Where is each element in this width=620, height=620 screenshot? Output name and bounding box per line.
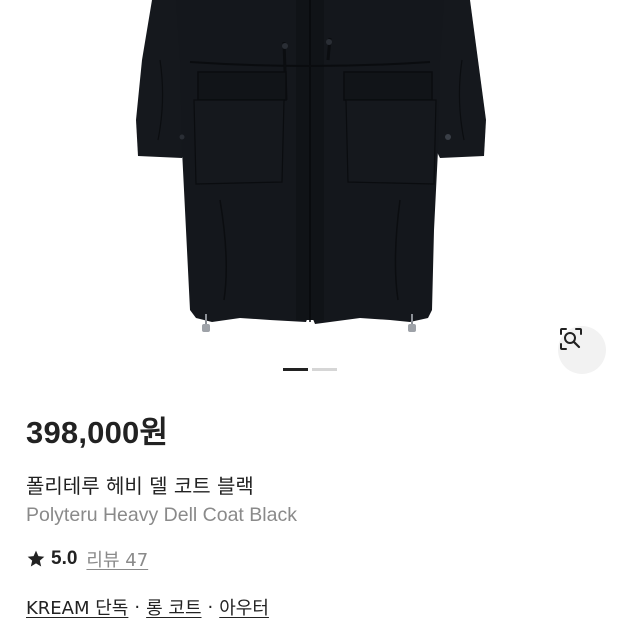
product-name-korean: 폴리테루 헤비 델 코트 블랙 — [26, 474, 254, 498]
rating-value: 5.0 — [51, 548, 78, 569]
lens-search-button[interactable] — [558, 326, 606, 374]
product-price: 398,000원 — [26, 415, 169, 450]
gallery-indicator-inactive[interactable] — [312, 368, 337, 371]
tag-outer[interactable]: 아우터 — [219, 594, 269, 620]
tag-separator: · — [207, 596, 214, 618]
star-icon — [27, 550, 45, 567]
rating-row: 5.0 리뷰 47 — [26, 546, 148, 572]
product-name-english: Polyteru Heavy Dell Coat Black — [26, 504, 297, 526]
product-image[interactable] — [0, 0, 620, 390]
tag-long-coat[interactable]: 롱 코트 — [146, 594, 201, 620]
review-count-link[interactable]: 리뷰 47 — [86, 546, 148, 572]
coat-image — [136, 0, 486, 332]
lens-search-icon — [560, 328, 582, 350]
tag-separator: · — [134, 596, 141, 618]
gallery-indicator-active[interactable] — [283, 368, 308, 371]
category-tags: KREAM 단독 · 롱 코트 · 아우터 — [26, 594, 269, 620]
tag-kream-exclusive[interactable]: KREAM 단독 — [26, 594, 128, 620]
